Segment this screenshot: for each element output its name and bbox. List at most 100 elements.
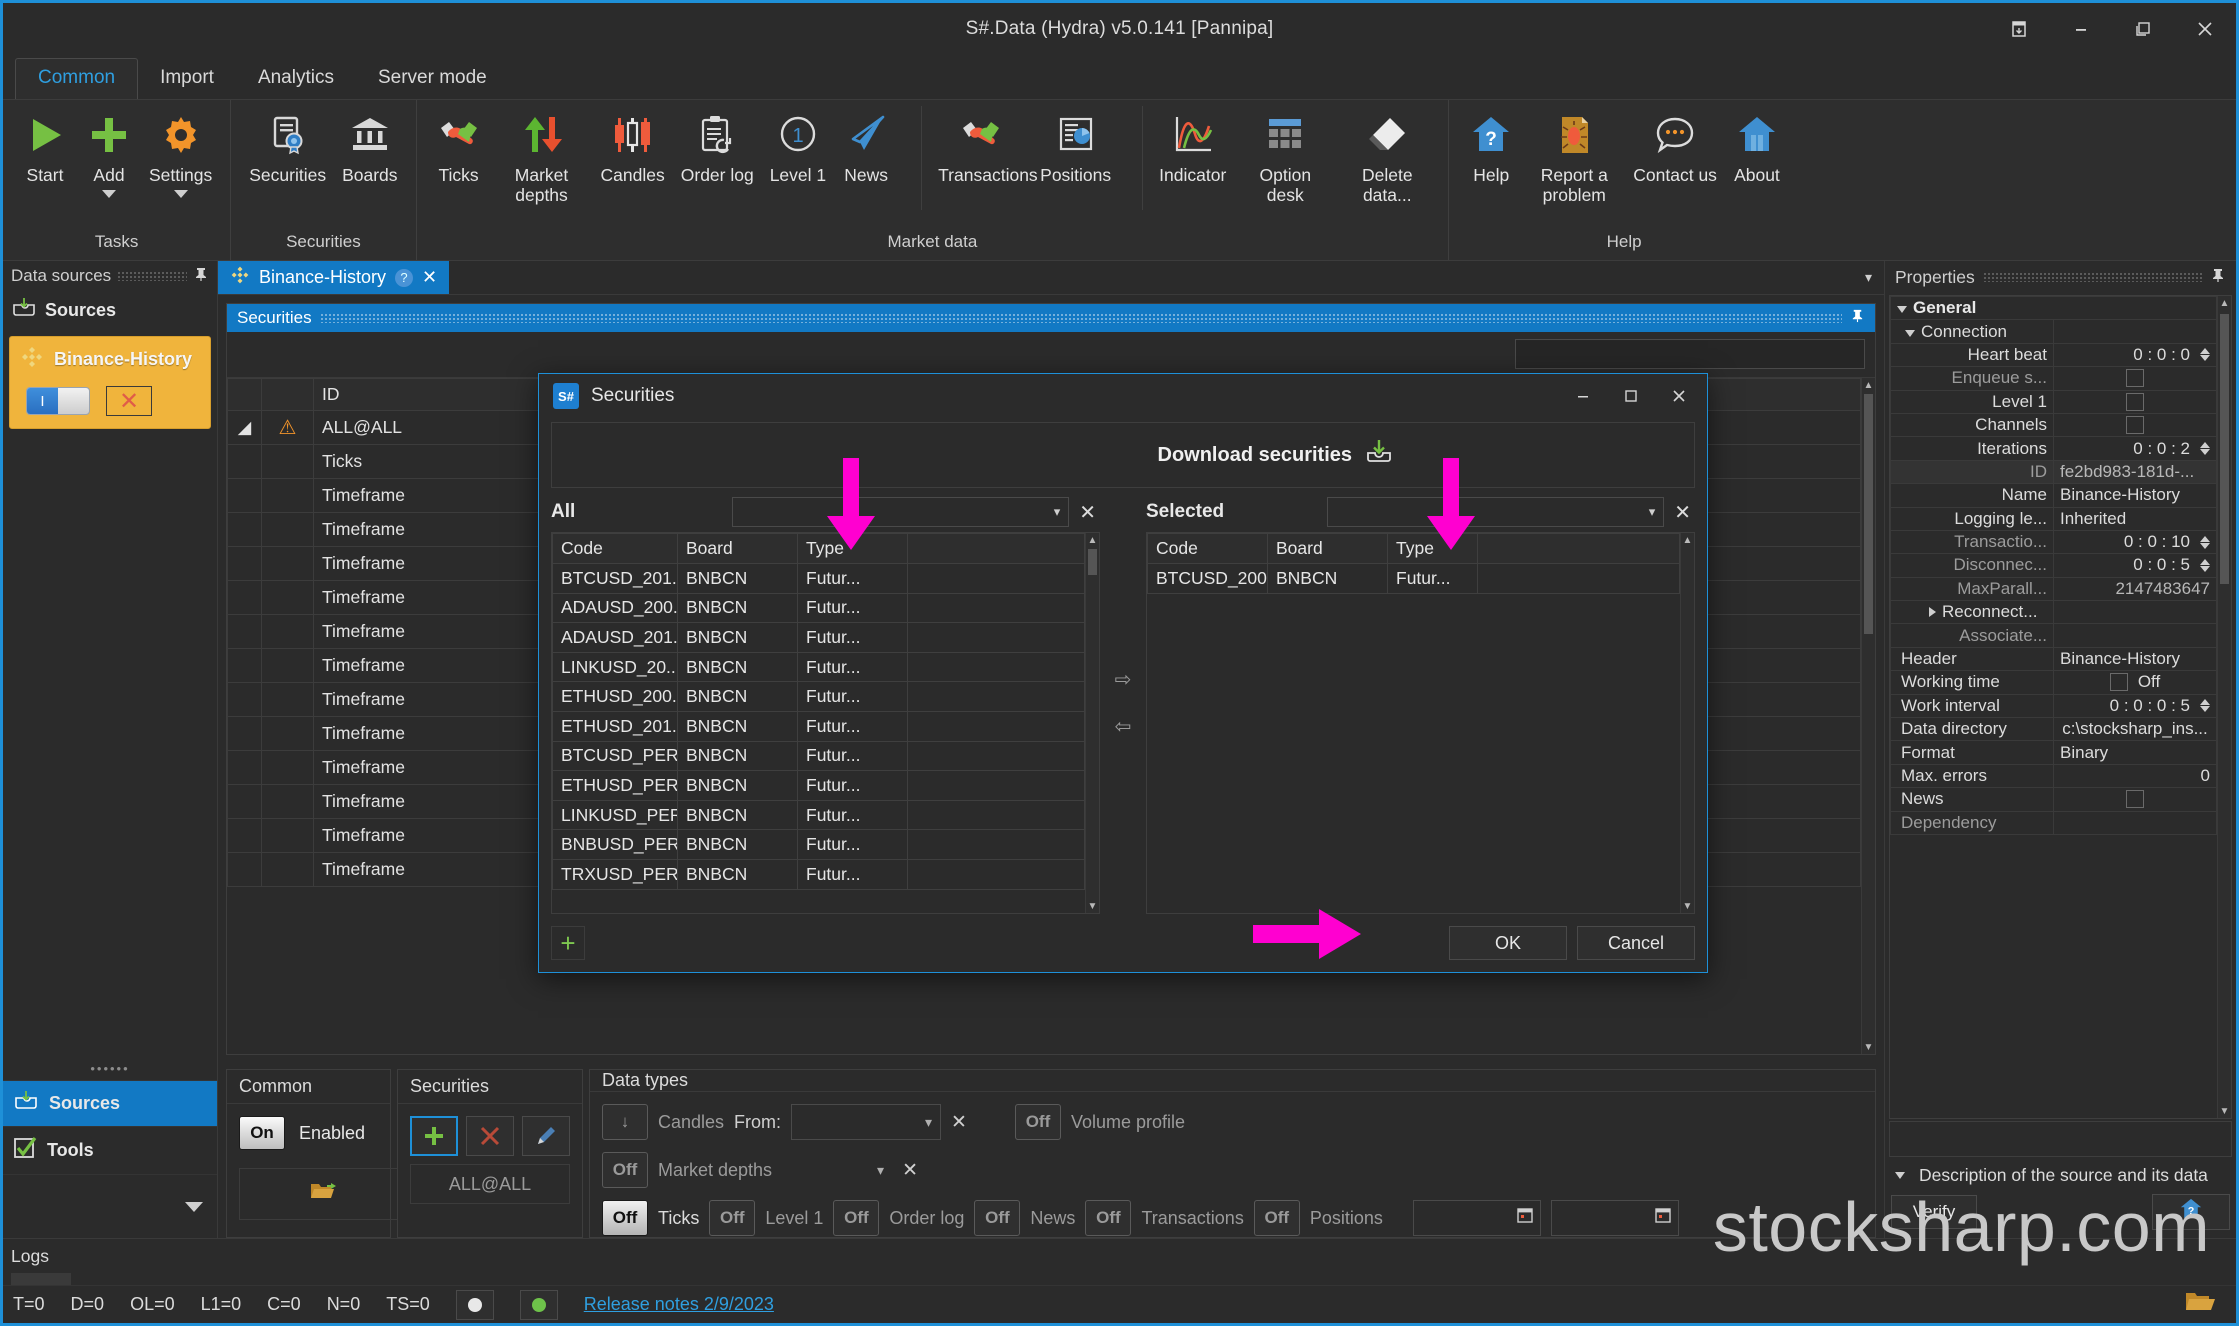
property-value[interactable]: 0 bbox=[2054, 764, 2217, 787]
maximize-button[interactable] bbox=[2112, 3, 2174, 55]
scroll-down-icon[interactable]: ▼ bbox=[1862, 1040, 1875, 1054]
securities-grid-scrollbar[interactable]: ▲ ▼ bbox=[1861, 378, 1875, 1054]
cell-code[interactable]: BTCUSD_PERP bbox=[553, 741, 678, 771]
status-indicator-green-button[interactable] bbox=[520, 1290, 558, 1320]
selected-filter-combo[interactable]: ▾ bbox=[1451, 497, 1664, 527]
selected-filter-clear-icon[interactable]: ✕ bbox=[1670, 500, 1695, 525]
all-col-board[interactable]: Board bbox=[678, 534, 798, 564]
cell-code[interactable]: BNBUSD_PERP bbox=[553, 830, 678, 860]
restore-down-button[interactable] bbox=[1988, 3, 2050, 55]
scroll-up-icon[interactable]: ▲ bbox=[2218, 296, 2231, 310]
ticks-toggle[interactable]: Off bbox=[602, 1200, 648, 1236]
candles-clear-icon[interactable]: ✕ bbox=[951, 1111, 967, 1134]
delete-data-button[interactable]: Delete data... bbox=[1336, 106, 1438, 207]
checkbox-icon[interactable] bbox=[2126, 416, 2144, 434]
property-value[interactable]: c:\stocksharp_ins... bbox=[2054, 718, 2217, 741]
cancel-button[interactable]: Cancel bbox=[1577, 926, 1695, 960]
edit-security-button[interactable] bbox=[522, 1116, 570, 1156]
chevron-down-icon[interactable] bbox=[1895, 1172, 1905, 1179]
status-indicator-white-button[interactable] bbox=[456, 1290, 494, 1320]
property-value[interactable]: Binance-History bbox=[2054, 484, 2217, 507]
open-folder-button[interactable] bbox=[239, 1168, 409, 1220]
ribbon-tab-server-mode[interactable]: Server mode bbox=[356, 59, 509, 99]
property-value[interactable]: 2147483647 bbox=[2054, 577, 2217, 600]
scrollbar-thumb[interactable] bbox=[1088, 549, 1097, 575]
properties-scrollbar[interactable]: ▲ ▼ bbox=[2217, 296, 2231, 1118]
dialog-minimize-button[interactable] bbox=[1559, 374, 1607, 418]
ok-button[interactable]: OK bbox=[1449, 926, 1567, 960]
grid-search-input[interactable] bbox=[1515, 339, 1865, 369]
chevron-down-icon[interactable] bbox=[1897, 306, 1907, 313]
selected-col-code[interactable]: Code bbox=[1148, 534, 1268, 564]
source-card-binance-history[interactable]: Binance-History I ✕ bbox=[9, 336, 211, 429]
chevron-down-icon[interactable] bbox=[1905, 330, 1915, 337]
pin-icon[interactable] bbox=[2210, 267, 2226, 288]
arrow-left-icon[interactable]: ⇦ bbox=[1115, 714, 1132, 739]
sidebar-overflow-dropdown[interactable] bbox=[3, 1174, 217, 1238]
scroll-down-icon[interactable]: ▼ bbox=[1681, 899, 1694, 913]
boards-button[interactable]: Boards bbox=[334, 106, 405, 188]
candles-button[interactable]: Candles bbox=[593, 106, 673, 188]
close-icon[interactable]: ✕ bbox=[422, 267, 437, 288]
candles-toggle[interactable]: ↓ bbox=[602, 1104, 648, 1140]
scroll-up-icon[interactable]: ▲ bbox=[1862, 378, 1875, 392]
description-expander-row[interactable]: Description of the source and its data bbox=[1885, 1157, 2236, 1194]
market-depths-clear-icon[interactable]: ✕ bbox=[902, 1159, 918, 1182]
property-value[interactable]: fe2bd983-181d-... bbox=[2054, 460, 2217, 483]
news-button[interactable]: News bbox=[834, 106, 898, 188]
level1-toggle[interactable]: Off bbox=[709, 1200, 755, 1236]
add-security-button[interactable] bbox=[410, 1116, 458, 1156]
order-log-toggle[interactable]: Off bbox=[833, 1200, 879, 1236]
chevron-down-icon[interactable] bbox=[185, 1202, 203, 1212]
properties-help-button[interactable]: ? bbox=[2152, 1194, 2230, 1230]
download-icon[interactable] bbox=[1364, 438, 1394, 472]
cell-code[interactable]: BTCUSD_201... bbox=[553, 564, 678, 594]
selected-col-board[interactable]: Board bbox=[1268, 534, 1388, 564]
checkbox-icon[interactable] bbox=[2126, 790, 2144, 808]
enabled-toggle-button[interactable]: On bbox=[239, 1116, 285, 1150]
folder-open-icon[interactable] bbox=[2184, 1289, 2218, 1320]
cell-code[interactable]: LINKUSD_20... bbox=[553, 652, 678, 682]
order-log-button[interactable]: Order log bbox=[673, 106, 762, 188]
pin-icon[interactable] bbox=[1850, 308, 1865, 328]
all-grid-scrollbar[interactable]: ▲ ▼ bbox=[1085, 533, 1099, 913]
row-expander[interactable]: ◢ bbox=[228, 411, 262, 445]
transactions-button[interactable]: Transactions bbox=[930, 106, 1032, 188]
ribbon-tab-analytics[interactable]: Analytics bbox=[236, 59, 356, 99]
release-notes-link[interactable]: Release notes 2/9/2023 bbox=[584, 1294, 774, 1315]
close-button[interactable] bbox=[2174, 3, 2236, 55]
dialog-close-button[interactable] bbox=[1655, 374, 1703, 418]
close-x-icon[interactable]: ✕ bbox=[106, 386, 152, 416]
cell-code[interactable]: ADAUSD_200... bbox=[553, 593, 678, 623]
scroll-up-icon[interactable]: ▲ bbox=[1681, 533, 1694, 547]
candles-from-combo[interactable]: ▾ bbox=[791, 1104, 941, 1140]
market-depths-combo[interactable]: ▾ bbox=[782, 1152, 892, 1188]
ribbon-tab-import[interactable]: Import bbox=[138, 59, 236, 99]
scroll-down-icon[interactable]: ▼ bbox=[1086, 899, 1099, 913]
verify-button[interactable]: Verify bbox=[1891, 1195, 1977, 1229]
property-value[interactable]: Binance-History bbox=[2054, 647, 2217, 670]
add-security-row-button[interactable]: + bbox=[551, 926, 585, 960]
help-button[interactable]: ? Help bbox=[1459, 106, 1523, 188]
checkbox-icon[interactable] bbox=[2110, 673, 2128, 691]
document-tab-binance-history[interactable]: Binance-History ? ✕ bbox=[218, 261, 449, 294]
checkbox-icon[interactable] bbox=[2126, 369, 2144, 387]
transactions-toggle[interactable]: Off bbox=[1085, 1200, 1131, 1236]
positions-toggle[interactable]: Off bbox=[1254, 1200, 1300, 1236]
source-enable-toggle[interactable]: I bbox=[26, 387, 90, 415]
contact-us-button[interactable]: Contact us bbox=[1625, 106, 1725, 188]
sidebar-item-tools[interactable]: Tools bbox=[3, 1126, 217, 1174]
volume-profile-toggle[interactable]: Off bbox=[1015, 1104, 1061, 1140]
all-col-code[interactable]: Code bbox=[553, 534, 678, 564]
minimize-button[interactable] bbox=[2050, 3, 2112, 55]
indicator-button[interactable]: Indicator bbox=[1151, 106, 1234, 188]
level-1-button[interactable]: 1 Level 1 bbox=[762, 106, 834, 188]
about-button[interactable]: About bbox=[1725, 106, 1789, 188]
cell-code[interactable]: BTCUSD_200... bbox=[1148, 564, 1268, 594]
securities-value-field[interactable]: ALL@ALL bbox=[410, 1164, 570, 1204]
start-button[interactable]: Start bbox=[13, 106, 77, 188]
dialog-maximize-button[interactable] bbox=[1607, 374, 1655, 418]
property-value[interactable]: 0 : 0 : 0 bbox=[2054, 343, 2217, 366]
scroll-down-icon[interactable]: ▼ bbox=[2218, 1104, 2231, 1118]
settings-button[interactable]: Settings bbox=[141, 106, 220, 200]
